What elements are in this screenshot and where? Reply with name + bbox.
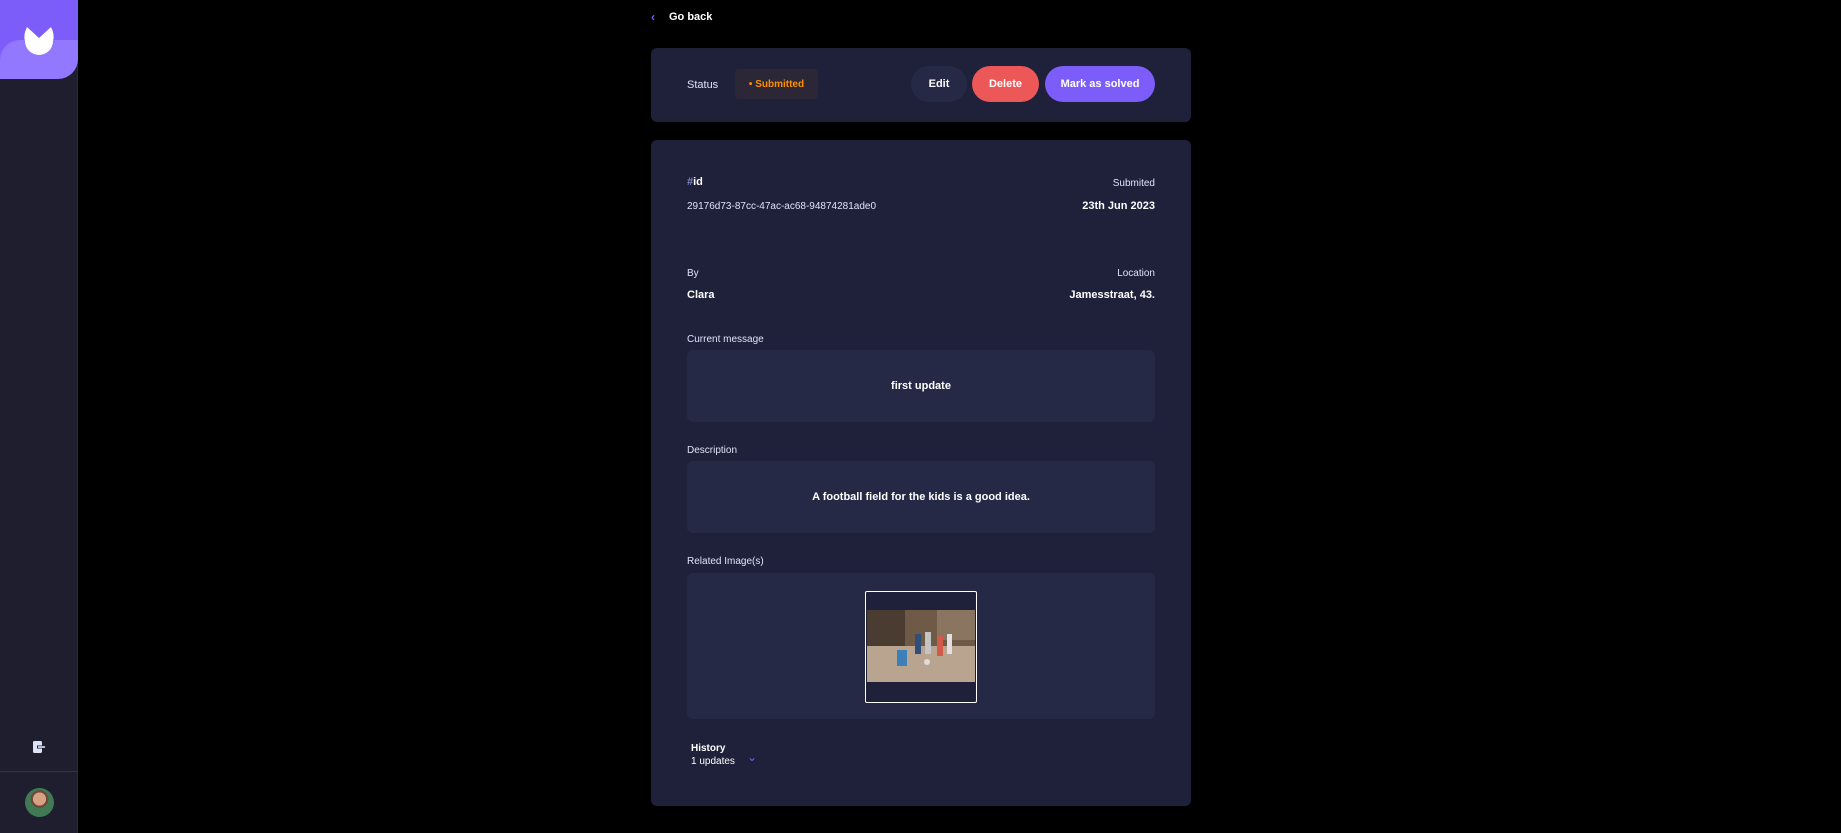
description-box: A football field for the kids is a good … bbox=[687, 461, 1155, 533]
id-label: #id bbox=[687, 176, 703, 188]
sidebar bbox=[0, 0, 78, 833]
mark-as-solved-button[interactable]: Mark as solved bbox=[1045, 66, 1155, 102]
status-card: Status • Submitted Edit Delete Mark as s… bbox=[651, 48, 1191, 122]
go-back-label: Go back bbox=[669, 11, 713, 23]
report-detail-card: #id 29176d73-87cc-47ac-ac68-94874281ade0… bbox=[651, 140, 1191, 806]
current-message-box: first update bbox=[687, 350, 1155, 422]
brand-logo[interactable] bbox=[0, 0, 78, 79]
location-label: Location bbox=[1117, 268, 1155, 279]
status-badge: • Submitted bbox=[735, 69, 818, 99]
avatar[interactable] bbox=[25, 788, 54, 817]
edit-button[interactable]: Edit bbox=[911, 66, 967, 102]
history-toggle[interactable]: History 1 updates bbox=[691, 743, 735, 767]
chevron-down-icon[interactable]: ⌄ bbox=[747, 750, 757, 764]
sidebar-divider bbox=[0, 771, 78, 772]
history-title: History bbox=[691, 743, 726, 754]
submitted-label: Submited bbox=[1112, 178, 1155, 189]
id-label-text: id bbox=[693, 176, 703, 188]
related-image-photo bbox=[867, 610, 975, 682]
description-text: A football field for the kids is a good … bbox=[812, 491, 1030, 503]
submitted-date: 23th Jun 2023 bbox=[1082, 200, 1155, 212]
history-count: 1 updates bbox=[691, 756, 735, 767]
current-message-label: Current message bbox=[687, 334, 764, 345]
status-value: Submitted bbox=[755, 78, 805, 90]
go-back-link[interactable]: ‹ Go back bbox=[651, 10, 712, 24]
logout-icon[interactable] bbox=[32, 740, 46, 754]
description-label: Description bbox=[687, 445, 738, 456]
status-label: Status bbox=[687, 79, 719, 91]
by-label: By bbox=[687, 268, 699, 279]
by-value: Clara bbox=[687, 289, 715, 301]
delete-button[interactable]: Delete bbox=[972, 66, 1039, 102]
location-value: Jamesstraat, 43. bbox=[1069, 289, 1155, 301]
related-images-label: Related Image(s) bbox=[687, 556, 764, 567]
brand-logo-icon bbox=[24, 27, 54, 55]
id-value: 29176d73-87cc-47ac-ac68-94874281ade0 bbox=[687, 201, 877, 212]
current-message-text: first update bbox=[891, 380, 951, 392]
chevron-left-icon: ‹ bbox=[651, 10, 655, 24]
related-image-thumbnail[interactable] bbox=[865, 591, 977, 703]
